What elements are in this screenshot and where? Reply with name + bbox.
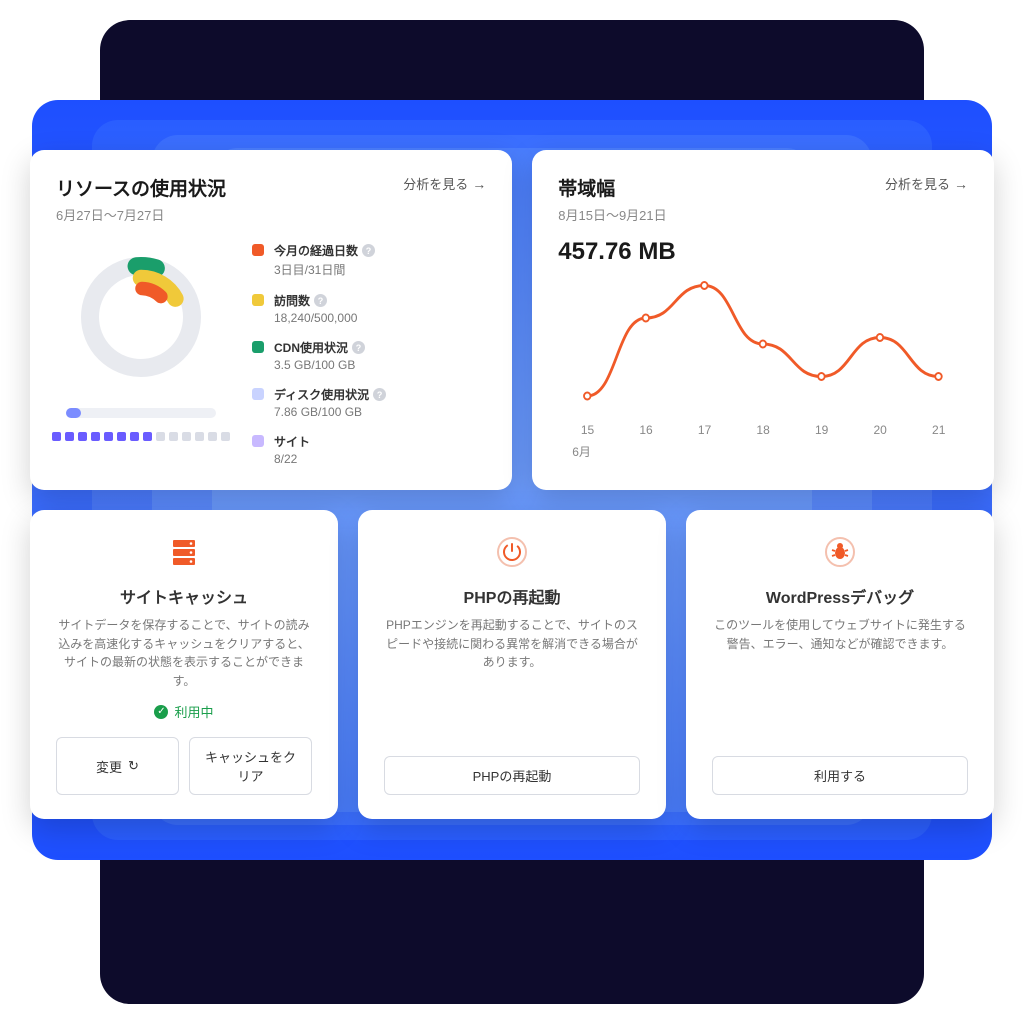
x-tick: 17	[698, 423, 711, 437]
site-cache-card: サイトキャッシュ サイトデータを保存することで、サイトの読み込みを高速化するキャ…	[30, 510, 338, 819]
sites-usage-dots	[52, 432, 230, 441]
disk-usage-bar	[66, 408, 216, 418]
server-icon	[166, 534, 202, 570]
bandwidth-x-ticks: 15 16 17 18 19 20 21	[558, 423, 968, 437]
cache-clear-button[interactable]: キャッシュをクリア	[189, 737, 312, 795]
cache-change-button[interactable]: 変更 ↻	[56, 737, 179, 795]
bandwidth-line-chart	[558, 274, 968, 414]
metric-label: 今月の経過日数?	[274, 242, 375, 259]
debug-enable-label: 利用する	[814, 766, 866, 785]
metric-label: ディスク使用状況?	[274, 386, 386, 403]
usage-metric: サイト 8/22	[252, 433, 486, 466]
x-tick: 19	[815, 423, 828, 437]
debug-title: WordPressデバッグ	[712, 584, 968, 608]
resource-usage-daterange: 6月27日～7月27日	[56, 205, 226, 224]
metric-label: 訪問数?	[274, 292, 357, 309]
metric-value: 3日目/31日間	[274, 261, 375, 278]
bandwidth-analytics-link[interactable]: 分析を見る →	[885, 174, 968, 193]
metric-value: 18,240/500,000	[274, 311, 357, 325]
cache-clear-label: キャッシュをクリア	[200, 747, 301, 785]
debug-enable-button[interactable]: 利用する	[712, 756, 968, 795]
cache-status-label: 利用中	[174, 702, 213, 721]
x-tick: 18	[756, 423, 769, 437]
php-title: PHPの再起動	[384, 584, 640, 608]
cache-title: サイトキャッシュ	[56, 584, 312, 608]
metric-value: 7.86 GB/100 GB	[274, 405, 386, 419]
bandwidth-daterange: 8月15日～9月21日	[558, 205, 666, 224]
usage-metrics-list: 今月の経過日数? 3日目/31日間訪問数? 18,240/500,000 CDN使用状…	[252, 242, 486, 466]
check-icon: ✓	[154, 705, 168, 719]
usage-donut-chart	[66, 242, 216, 392]
analytics-link[interactable]: 分析を見る →	[403, 174, 486, 193]
php-restart-card: PHPの再起動 PHPエンジンを再起動することで、サイトのスピードや接続に関わる…	[358, 510, 666, 819]
usage-metric: 今月の経過日数? 3日目/31日間	[252, 242, 486, 278]
cache-status: ✓ 利用中	[56, 702, 312, 721]
bandwidth-value: 457.76 MB	[558, 238, 968, 266]
usage-metric: CDN使用状況? 3.5 GB/100 GB	[252, 339, 486, 372]
cache-desc: サイトデータを保存することで、サイトの読み込みを高速化するキャッシュをクリアする…	[56, 616, 312, 690]
metric-swatch	[252, 388, 264, 400]
usage-metric: ディスク使用状況? 7.86 GB/100 GB	[252, 386, 486, 419]
php-desc: PHPエンジンを再起動することで、サイトのスピードや接続に関わる異常を解消できる…	[384, 616, 640, 740]
wp-debug-card: WordPressデバッグ このツールを使用してウェブサイトに発生する警告、エラ…	[686, 510, 994, 819]
x-tick: 16	[639, 423, 652, 437]
arrow-right-icon: →	[954, 176, 968, 192]
metric-swatch	[252, 294, 264, 306]
metric-swatch	[252, 244, 264, 256]
bandwidth-card: 帯域幅 8月15日～9月21日 分析を見る → 457.76 MB 15 16 17…	[532, 150, 994, 490]
metric-swatch	[252, 435, 264, 447]
metric-label: CDN使用状況?	[274, 339, 365, 356]
x-tick: 21	[932, 423, 945, 437]
power-icon	[494, 534, 530, 570]
help-icon[interactable]: ?	[314, 294, 327, 307]
bandwidth-title: 帯域幅	[558, 174, 666, 201]
php-restart-label: PHPの再起動	[473, 766, 552, 785]
x-tick: 15	[581, 423, 594, 437]
help-icon[interactable]: ?	[373, 388, 386, 401]
resource-usage-card: リソースの使用状況 6月27日～7月27日 分析を見る →	[30, 150, 512, 490]
refresh-icon: ↻	[128, 758, 139, 774]
metric-value: 3.5 GB/100 GB	[274, 358, 365, 372]
help-icon[interactable]: ?	[362, 244, 375, 257]
bandwidth-month-label: 6月	[572, 443, 968, 460]
usage-metric: 訪問数? 18,240/500,000	[252, 292, 486, 325]
debug-desc: このツールを使用してウェブサイトに発生する警告、エラー、通知などが確認できます。	[712, 616, 968, 740]
x-tick: 20	[873, 423, 886, 437]
metric-value: 8/22	[274, 452, 310, 466]
resource-usage-title: リソースの使用状況	[56, 174, 226, 201]
cache-change-label: 変更	[96, 757, 122, 776]
metric-label: サイト	[274, 433, 310, 450]
php-restart-button[interactable]: PHPの再起動	[384, 756, 640, 795]
analytics-link-label: 分析を見る	[403, 174, 468, 193]
bug-icon	[822, 534, 858, 570]
help-icon[interactable]: ?	[352, 341, 365, 354]
metric-swatch	[252, 341, 264, 353]
analytics-link-label: 分析を見る	[885, 174, 950, 193]
arrow-right-icon: →	[472, 176, 486, 192]
